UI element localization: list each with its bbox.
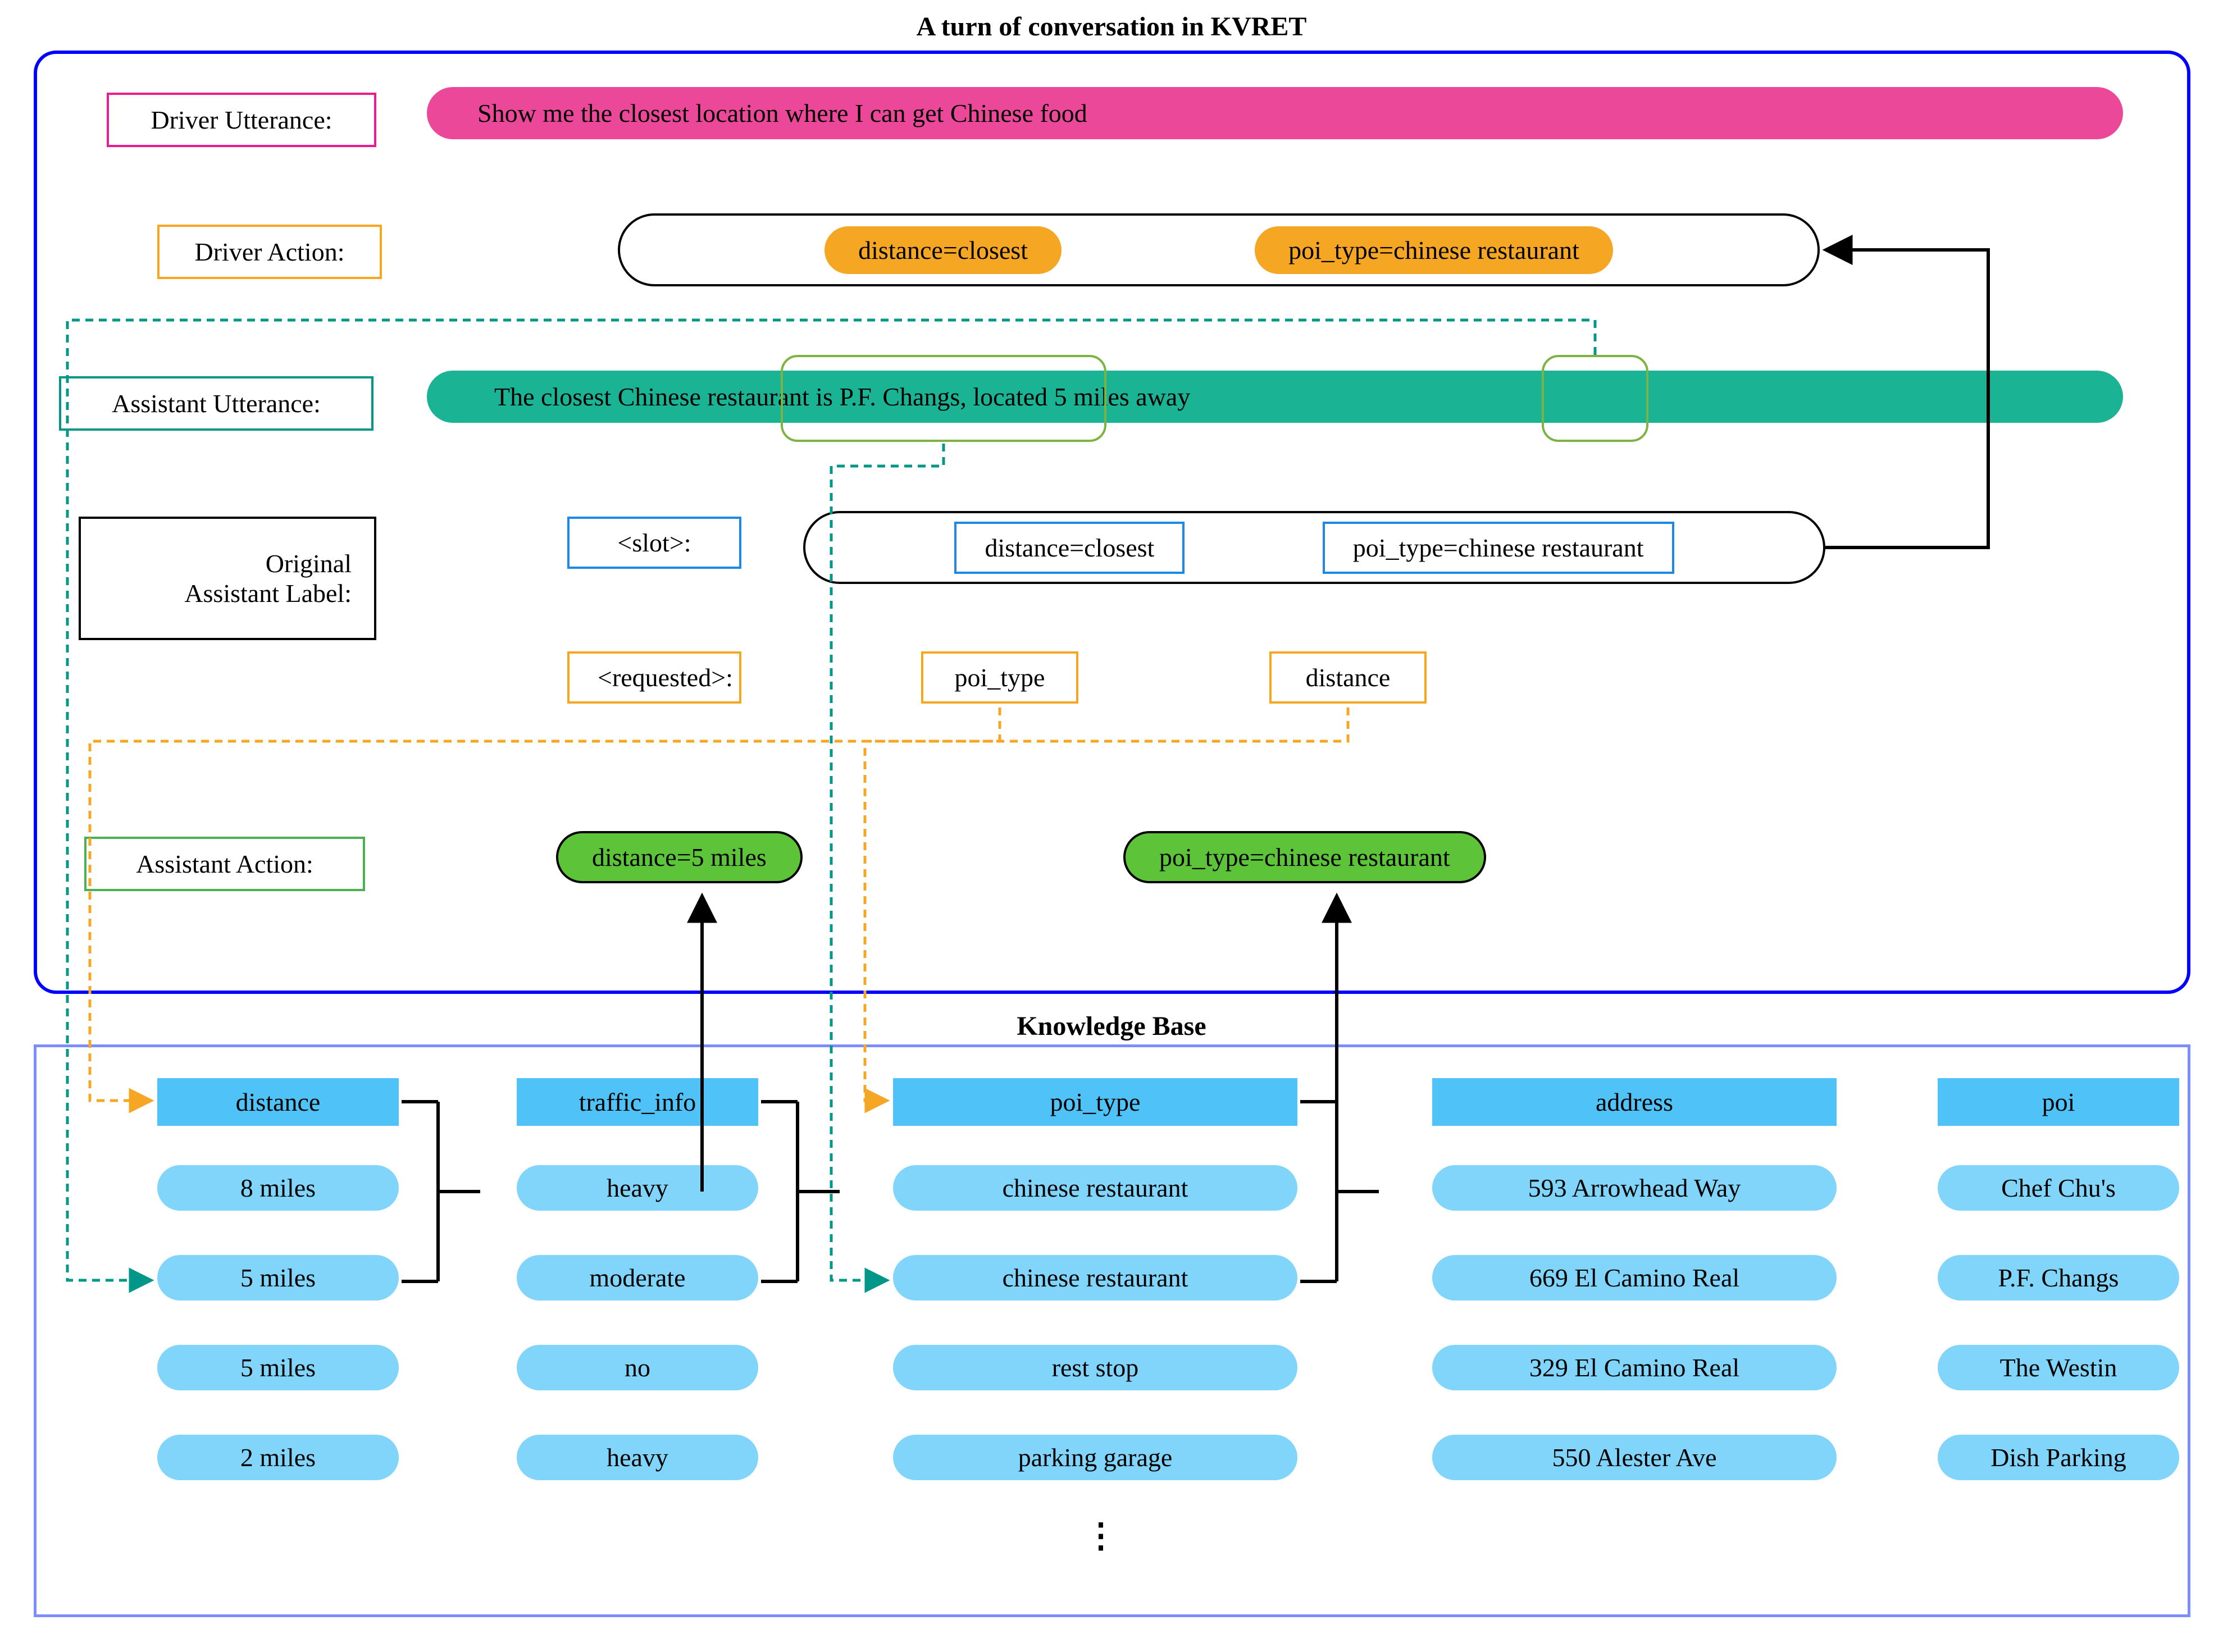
kb-cell: 2 miles [157,1435,399,1480]
kb-cell: moderate [517,1255,758,1300]
kb-cell: rest stop [893,1345,1297,1390]
kb-header-distance: distance [157,1078,399,1126]
kb-cell: 329 El Camino Real [1432,1345,1837,1390]
slot-value-1: distance=closest [954,522,1185,574]
driver-action-slot1: distance=closest [824,226,1062,274]
kb-header-address: address [1432,1078,1837,1126]
kb-header-poitype: poi_type [893,1078,1297,1126]
slot-value-2: poi_type=chinese restaurant [1323,522,1674,574]
slot-label: <slot>: [567,517,741,569]
requested-poi-type: poi_type [921,651,1078,704]
requested-distance: distance [1269,651,1427,704]
kb-cell: chinese restaurant [893,1165,1297,1211]
assistant-action-1: distance=5 miles [556,831,803,883]
kb-cell: no [517,1345,758,1390]
kb-cell: 593 Arrowhead Way [1432,1165,1837,1211]
kb-cell: heavy [517,1435,758,1480]
kb-header-poi: poi [1938,1078,2179,1126]
original-assistant-label: Original Assistant Label: [79,517,376,640]
kb-cell: Dish Parking [1938,1435,2179,1480]
kb-title: Knowledge Base [0,1011,2223,1042]
assistant-utterance-bubble: The closest Chinese restaurant is P.F. C… [427,371,2123,423]
kb-cell: 5 miles [157,1255,399,1300]
assistant-action-2: poi_type=chinese restaurant [1123,831,1486,883]
original-label-line1: Original [266,549,352,578]
kb-header-traffic: traffic_info [517,1078,758,1126]
assistant-utterance-label: Assistant Utterance: [59,376,373,431]
kb-cell: P.F. Changs [1938,1255,2179,1300]
kb-cell: 8 miles [157,1165,399,1211]
kb-ellipsis-icon: ⋮ [1084,1516,1118,1555]
kb-cell: chinese restaurant [893,1255,1297,1300]
driver-utterance-bubble: Show me the closest location where I can… [427,87,2123,139]
driver-action-container: distance=closest poi_type=chinese restau… [618,213,1820,286]
original-label-line2: Assistant Label: [184,578,352,608]
diagram-title: A turn of conversation in KVRET [0,11,2223,42]
slot-container: distance=closest poi_type=chinese restau… [803,511,1825,584]
driver-utterance-label: Driver Utterance: [107,93,376,147]
assistant-action-label: Assistant Action: [84,837,365,891]
kb-cell: 669 El Camino Real [1432,1255,1837,1300]
kb-cell: 5 miles [157,1345,399,1390]
kb-cell: The Westin [1938,1345,2179,1390]
kb-cell: heavy [517,1165,758,1211]
kb-cell: parking garage [893,1435,1297,1480]
kb-cell: Chef Chu's [1938,1165,2179,1211]
requested-label: <requested>: [567,651,741,704]
driver-action-slot2: poi_type=chinese restaurant [1255,226,1613,274]
driver-action-label: Driver Action: [157,225,382,279]
kb-cell: 550 Alester Ave [1432,1435,1837,1480]
